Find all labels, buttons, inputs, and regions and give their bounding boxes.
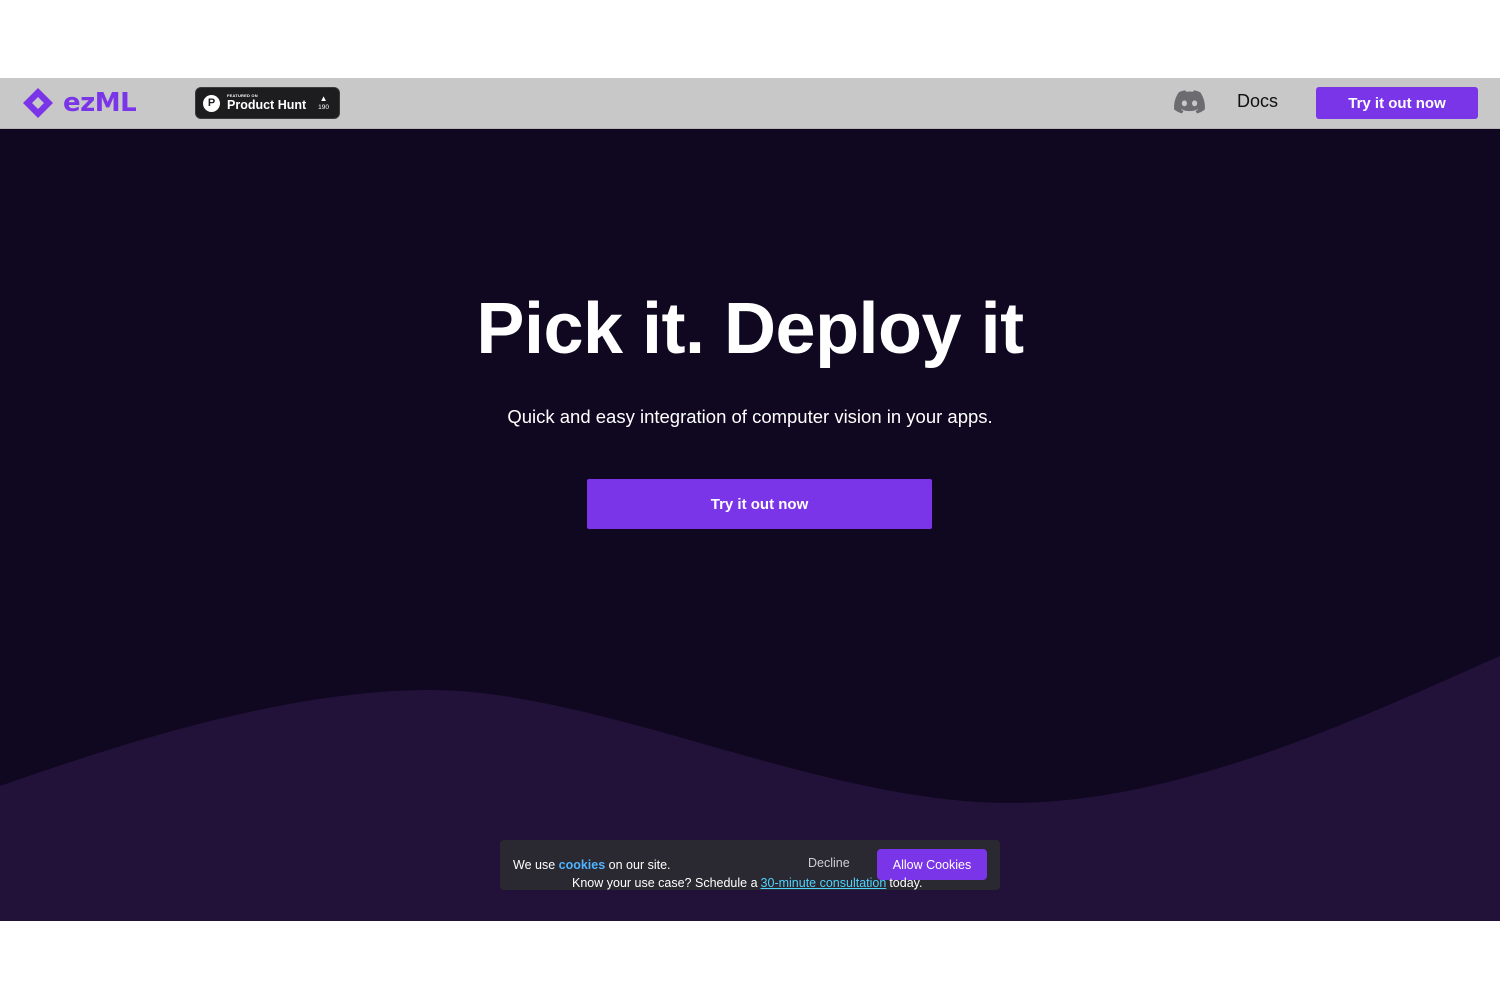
decline-cookies-button[interactable]: Decline [808,856,850,870]
consultation-suffix: today. [889,876,923,890]
cookie-message-suffix: on our site. [605,858,671,872]
cookie-message: We use cookies on our site. [513,858,671,872]
cookie-message-prefix: We use [513,858,559,872]
upvote-icon: ▲ [319,93,328,103]
consultation-prefix: Know your use case? Schedule a [572,876,758,890]
product-hunt-name: Product Hunt [227,98,307,113]
consultation-banner: Know your use case? Schedule a 30-minute … [572,876,922,890]
hero-title: Pick it. Deploy it [476,289,1024,369]
top-nav: ezML P FEATURED ON Product Hunt ▲ 190 Do… [0,78,1500,129]
product-hunt-votes: ▲ 190 [318,93,329,112]
docs-link[interactable]: Docs [1237,91,1278,112]
cookies-link[interactable]: cookies [559,858,606,872]
discord-icon[interactable] [1174,90,1205,114]
brand-logo[interactable]: ezML [22,87,137,119]
page-frame: ezML P FEATURED ON Product Hunt ▲ 190 Do… [0,78,1500,921]
product-hunt-text: FEATURED ON Product Hunt [227,94,306,112]
cookie-banner: We use cookies on our site. Decline Allo… [500,840,1000,890]
consultation-link[interactable]: 30-minute consultation [761,876,887,890]
product-hunt-badge[interactable]: P FEATURED ON Product Hunt ▲ 190 [195,87,340,119]
product-hunt-icon: P [203,94,220,112]
vote-count: 190 [318,103,329,111]
diamond-logo-icon [23,88,53,118]
nav-try-button[interactable]: Try it out now [1316,87,1478,119]
hero-try-button[interactable]: Try it out now [587,479,932,529]
brand-name: ezML [63,88,137,118]
hero-subtitle: Quick and easy integration of computer v… [507,406,993,427]
